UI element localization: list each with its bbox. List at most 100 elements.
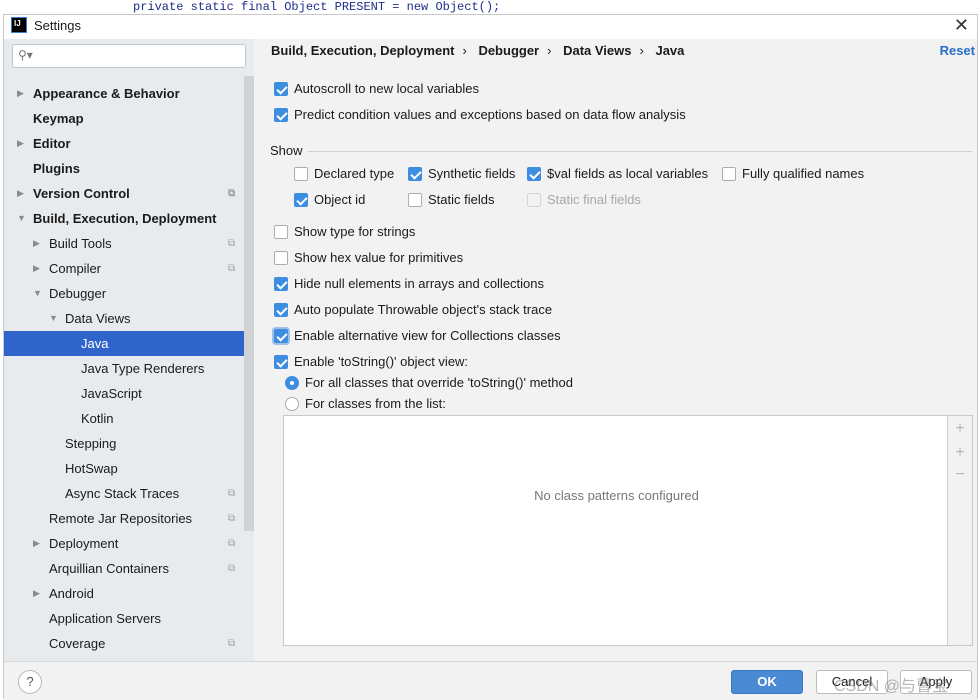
tree-item-label: Plugins (33, 161, 80, 176)
autoscroll-checkbox[interactable]: Autoscroll to new local variables (274, 81, 479, 97)
static-final-fields-checkbox: Static final fields (527, 192, 641, 208)
add-pattern-icon[interactable]: + (948, 444, 972, 462)
tree-item-keymap[interactable]: Keymap (4, 106, 244, 131)
close-icon[interactable]: ✕ (954, 15, 969, 36)
tree-item-label: Async Stack Traces (65, 486, 180, 501)
class-patterns-list[interactable]: No class patterns configured + + − (283, 415, 973, 646)
project-settings-icon: ⧉ (228, 563, 236, 574)
tree-item-label: Data Views (65, 311, 131, 326)
classes-list-radio[interactable]: For classes from the list: (285, 396, 446, 412)
collapsed-arrow-icon[interactable]: ▶ (33, 531, 40, 556)
tree-item-compiler[interactable]: ▶ Compiler ⧉ (4, 256, 244, 281)
ok-button[interactable]: OK (731, 670, 803, 694)
tree-item-label: Build Tools (49, 236, 112, 251)
tree-item-label: Build, Execution, Deployment (33, 211, 217, 226)
throwable-stack-checkbox[interactable]: Auto populate Throwable object's stack t… (274, 302, 552, 318)
tree-item-appearance-behavior[interactable]: ▶ Appearance & Behavior (4, 81, 244, 106)
settings-panel: Build, Execution, Deployment › Debugger › … (254, 39, 978, 661)
tree-item-label: Android (49, 586, 94, 601)
expanded-arrow-icon[interactable]: ▼ (17, 206, 26, 231)
expanded-arrow-icon[interactable]: ▼ (49, 306, 58, 331)
declared-type-checkbox[interactable]: Declared type (294, 166, 394, 182)
search-input[interactable]: ⚲▾ (12, 44, 246, 68)
hide-null-checkbox[interactable]: Hide null elements in arrays and collect… (274, 276, 544, 292)
tree-item-java-type-renderers[interactable]: Java Type Renderers (4, 356, 244, 381)
object-id-checkbox[interactable]: Object id (294, 192, 365, 208)
tostring-view-checkbox[interactable]: Enable 'toString()' object view: (274, 354, 468, 370)
tree-item-build-tools[interactable]: ▶ Build Tools ⧉ (4, 231, 244, 256)
tree-item-label: Appearance & Behavior (33, 86, 180, 101)
all-classes-radio[interactable]: For all classes that override 'toString(… (285, 375, 573, 391)
tree-item-android[interactable]: ▶ Android (4, 581, 244, 606)
tree-item-java[interactable]: Java (4, 331, 244, 356)
project-settings-icon: ⧉ (228, 513, 236, 524)
title-bar: IJ Settings ✕ (4, 15, 977, 39)
tree-item-label: Version Control (33, 186, 130, 201)
alt-collections-checkbox[interactable]: Enable alternative view for Collections … (274, 328, 561, 344)
tree-item-coverage[interactable]: Coverage ⧉ (4, 631, 244, 656)
tree-item-label: Kotlin (81, 411, 114, 426)
type-strings-checkbox[interactable]: Show type for strings (274, 224, 415, 240)
checkbox-label: Autoscroll to new local variables (294, 81, 479, 96)
hex-primitives-checkbox[interactable]: Show hex value for primitives (274, 250, 463, 266)
synthetic-fields-checkbox[interactable]: Synthetic fields (408, 166, 515, 182)
project-settings-icon: ⧉ (228, 238, 236, 249)
tree-item-kotlin[interactable]: Kotlin (4, 406, 244, 431)
tree-item-editor[interactable]: ▶ Editor (4, 131, 244, 156)
val-fields-checkbox[interactable]: $val fields as local variables (527, 166, 708, 182)
help-button[interactable]: ? (18, 670, 42, 694)
project-settings-icon: ⧉ (228, 263, 236, 274)
breadcrumb-item: Java (655, 43, 685, 58)
tree-item-deployment[interactable]: ▶ Deployment ⧉ (4, 531, 244, 556)
tree-item-debugger[interactable]: ▼ Debugger (4, 281, 244, 306)
collapsed-arrow-icon[interactable]: ▶ (17, 131, 24, 156)
collapsed-arrow-icon[interactable]: ▶ (33, 581, 40, 606)
tree-item-label: Deployment (49, 536, 119, 551)
checkbox-label: Auto populate Throwable object's stack t… (294, 302, 553, 317)
checkbox-label: Hide null elements in arrays and collect… (294, 276, 545, 291)
add-class-icon[interactable]: + (948, 420, 972, 438)
tree-item-hotswap[interactable]: HotSwap (4, 456, 244, 481)
remove-icon[interactable]: − (948, 466, 972, 484)
tree-item-label: HotSwap (65, 461, 118, 476)
tree-item-label: Stepping (65, 436, 117, 451)
expanded-arrow-icon[interactable]: ▼ (33, 281, 42, 306)
tree-item-build-execution-deployment[interactable]: ▼ Build, Execution, Deployment (4, 206, 244, 231)
background-code: private static final Object PRESENT = ne… (133, 0, 501, 14)
tree-item-arquillian-containers[interactable]: Arquillian Containers ⧉ (4, 556, 244, 581)
sidebar-scrollbar[interactable] (244, 76, 254, 531)
fully-qualified-names-checkbox[interactable]: Fully qualified names (722, 166, 864, 182)
intellij-logo: IJ (11, 17, 27, 33)
tree-item-label: Remote Jar Repositories (49, 511, 193, 526)
breadcrumb-item[interactable]: Build, Execution, Deployment (271, 43, 454, 58)
tree-item-javascript[interactable]: JavaScript (4, 381, 244, 406)
project-settings-icon: ⧉ (228, 638, 236, 649)
background-editor: private static final Object PRESENT = ne… (0, 0, 978, 14)
checkbox-label: Declared type (314, 166, 395, 181)
project-settings-icon: ⧉ (228, 488, 236, 499)
static-fields-checkbox[interactable]: Static fields (408, 192, 494, 208)
search-icon: ⚲▾ (18, 48, 33, 62)
tree-item-label: Java (81, 336, 109, 351)
divider (308, 151, 972, 152)
tree-item-application-servers[interactable]: Application Servers (4, 606, 244, 631)
breadcrumb-item[interactable]: Debugger (478, 43, 539, 58)
settings-sidebar: ⚲▾ ▶ Appearance & Behavior Keymap ▶ Editor Pl… (4, 39, 254, 661)
tree-item-remote-jar-repositories[interactable]: Remote Jar Repositories ⧉ (4, 506, 244, 531)
tree-item-version-control[interactable]: ▶ Version Control ⧉ (4, 181, 244, 206)
reset-link[interactable]: Reset (940, 43, 975, 58)
collapsed-arrow-icon[interactable]: ▶ (33, 231, 40, 256)
radio-label: For classes from the list: (305, 396, 446, 411)
checkbox-label: Show hex value for primitives (294, 250, 464, 265)
breadcrumb-item[interactable]: Data Views (563, 43, 631, 58)
collapsed-arrow-icon[interactable]: ▶ (33, 256, 40, 281)
tree-item-data-views[interactable]: ▼ Data Views (4, 306, 244, 331)
tree-item-plugins[interactable]: Plugins (4, 156, 244, 181)
collapsed-arrow-icon[interactable]: ▶ (17, 181, 24, 206)
window-title: Settings (34, 18, 81, 33)
collapsed-arrow-icon[interactable]: ▶ (17, 81, 24, 106)
predict-checkbox[interactable]: Predict condition values and exceptions … (274, 107, 686, 123)
tree-item-label: Editor (33, 136, 71, 151)
tree-item-async-stack-traces[interactable]: Async Stack Traces ⧉ (4, 481, 244, 506)
tree-item-stepping[interactable]: Stepping (4, 431, 244, 456)
